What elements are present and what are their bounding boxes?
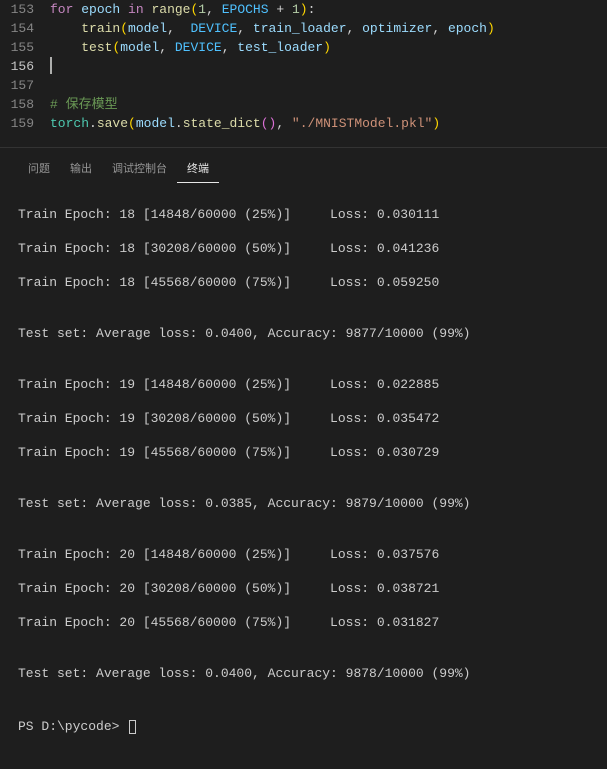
line-number: 159 <box>0 114 50 133</box>
code-content[interactable]: torch.save(model.state_dict(), "./MNISTM… <box>50 114 440 133</box>
code-line[interactable]: 157 <box>0 76 607 95</box>
line-number: 153 <box>0 0 50 19</box>
line-number: 156 <box>0 57 50 76</box>
code-editor[interactable]: 153 for epoch in range(1, EPOCHS + 1): 1… <box>0 0 607 133</box>
terminal-line: Train Epoch: 19 [30208/60000 (50%)] Loss… <box>18 410 607 427</box>
editor-cursor <box>50 57 52 74</box>
line-number: 158 <box>0 95 50 114</box>
terminal-line: Test set: Average loss: 0.0385, Accuracy… <box>18 495 607 512</box>
code-line[interactable]: 155 test(model, DEVICE, test_loader) <box>0 38 607 57</box>
terminal-line: Train Epoch: 19 [45568/60000 (75%)] Loss… <box>18 444 607 461</box>
terminal-line: Train Epoch: 20 [30208/60000 (50%)] Loss… <box>18 580 607 597</box>
code-content[interactable]: # 保存模型 <box>50 95 118 114</box>
terminal-prompt: PS D:\pycode> <box>18 719 127 734</box>
code-line[interactable]: 158 # 保存模型 <box>0 95 607 114</box>
tab-terminal[interactable]: 终端 <box>177 156 219 183</box>
terminal-prompt-line[interactable]: PS D:\pycode> <box>18 718 607 735</box>
code-line[interactable]: 153 for epoch in range(1, EPOCHS + 1): <box>0 0 607 19</box>
code-content[interactable] <box>50 57 52 76</box>
code-line-active[interactable]: 156 <box>0 57 607 76</box>
terminal-line: Train Epoch: 19 [14848/60000 (25%)] Loss… <box>18 376 607 393</box>
line-number: 155 <box>0 38 50 57</box>
tab-output[interactable]: 输出 <box>60 156 102 183</box>
tab-problems[interactable]: 问题 <box>18 156 60 183</box>
terminal-line: Test set: Average loss: 0.0400, Accuracy… <box>18 325 607 342</box>
panel-tabs: 问题 输出 调试控制台 终端 <box>0 148 607 183</box>
terminal-line: Test set: Average loss: 0.0400, Accuracy… <box>18 665 607 682</box>
terminal-cursor <box>129 720 136 734</box>
bottom-panel: 问题 输出 调试控制台 终端 Train Epoch: 18 [14848/60… <box>0 147 607 769</box>
terminal-output[interactable]: Train Epoch: 18 [14848/60000 (25%)] Loss… <box>0 183 607 769</box>
code-content[interactable]: train(model, DEVICE, train_loader, optim… <box>50 19 495 38</box>
terminal-line: Train Epoch: 18 [45568/60000 (75%)] Loss… <box>18 274 607 291</box>
terminal-line: Train Epoch: 18 [30208/60000 (50%)] Loss… <box>18 240 607 257</box>
code-content[interactable]: for epoch in range(1, EPOCHS + 1): <box>50 0 315 19</box>
line-number: 154 <box>0 19 50 38</box>
terminal-line: Train Epoch: 20 [45568/60000 (75%)] Loss… <box>18 614 607 631</box>
terminal-line: Train Epoch: 18 [14848/60000 (25%)] Loss… <box>18 206 607 223</box>
code-line[interactable]: 154 train(model, DEVICE, train_loader, o… <box>0 19 607 38</box>
tab-debug-console[interactable]: 调试控制台 <box>102 156 177 183</box>
code-line[interactable]: 159 torch.save(model.state_dict(), "./MN… <box>0 114 607 133</box>
line-number: 157 <box>0 76 50 95</box>
code-content[interactable]: test(model, DEVICE, test_loader) <box>50 38 331 57</box>
